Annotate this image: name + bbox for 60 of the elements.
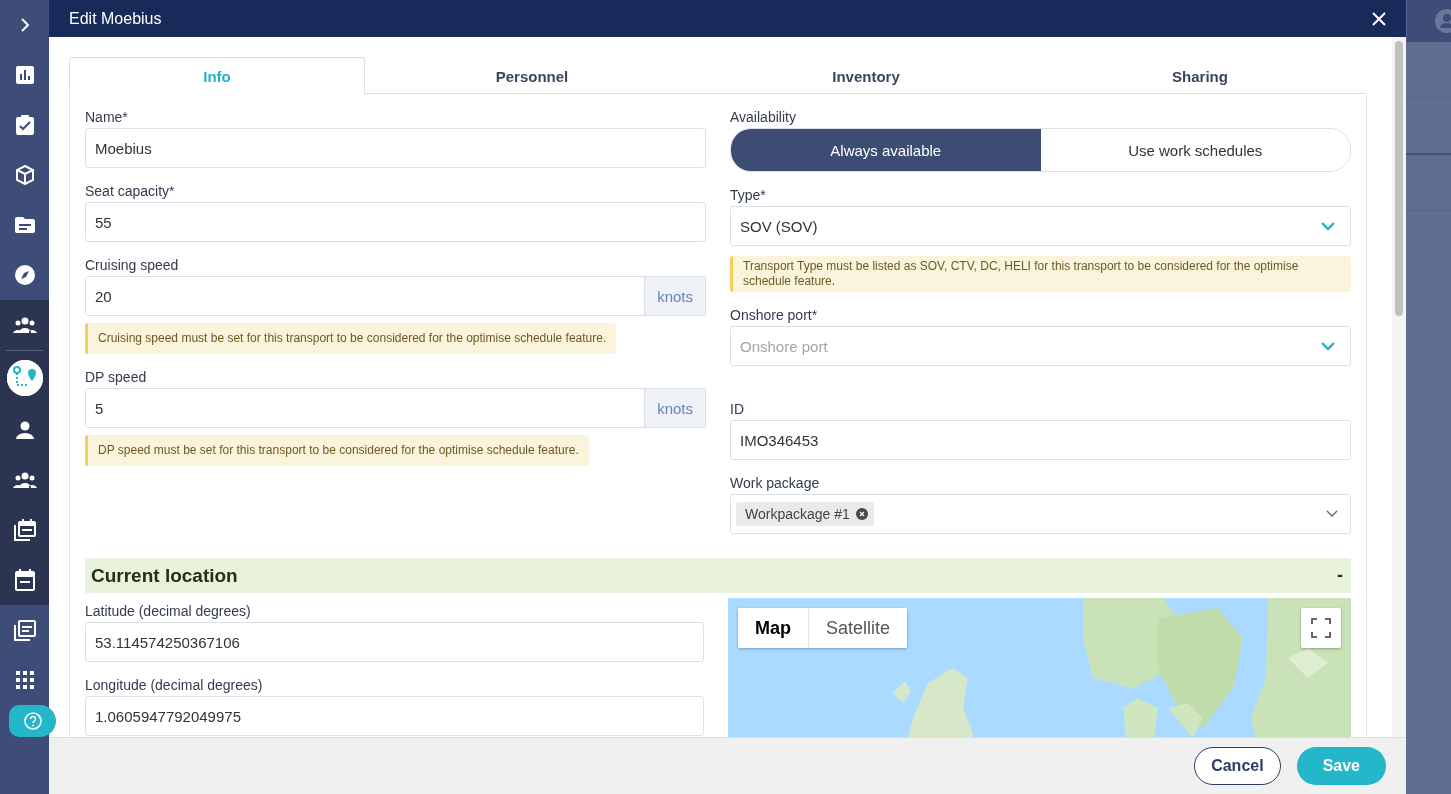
group-icon[interactable] xyxy=(12,472,37,488)
text-input-field[interactable]: IMO346453 xyxy=(730,420,1351,460)
field-label: Cruising speed xyxy=(85,257,179,274)
fullscreen-icon xyxy=(1311,618,1331,638)
text-input-field[interactable]: 5 xyxy=(85,388,646,428)
apps-grid-icon[interactable] xyxy=(15,671,34,689)
cube-icon[interactable] xyxy=(15,165,34,185)
text-input-field[interactable]: Moebius xyxy=(85,128,706,168)
field-label: Name* xyxy=(85,109,128,126)
chevron-right-icon[interactable] xyxy=(19,18,30,32)
warning-note: DP speed must be set for this transport to be considered for the optimise schedule feature. xyxy=(85,435,589,466)
field-label: Seat capacity* xyxy=(85,183,175,200)
document-stack-icon[interactable] xyxy=(13,619,36,641)
calendar-icon[interactable] xyxy=(14,569,35,591)
chevron-down-icon xyxy=(1321,221,1335,231)
unit-label: knots xyxy=(645,388,706,428)
fullscreen-button[interactable] xyxy=(1301,608,1341,648)
field-label: Work package xyxy=(730,475,820,492)
help-icon xyxy=(23,712,42,730)
folder-icon[interactable] xyxy=(14,217,35,233)
segment-option[interactable]: Always available xyxy=(731,129,1041,171)
tab[interactable]: Personnel xyxy=(365,57,699,94)
field-label: Availability xyxy=(730,109,796,126)
multi-select-field[interactable]: Workpackage #1 xyxy=(730,494,1351,534)
help-button[interactable] xyxy=(9,705,56,737)
bar-chart-icon[interactable] xyxy=(15,66,34,84)
text-input-field[interactable]: 55 xyxy=(85,202,706,242)
text-input-field[interactable]: 53.114574250367106 xyxy=(85,622,704,662)
compass-icon[interactable] xyxy=(14,265,35,285)
field-label: Onshore port* xyxy=(730,307,818,324)
cancel-button[interactable]: Cancel xyxy=(1194,747,1281,785)
map-type-tab[interactable]: Map xyxy=(738,608,808,648)
warning-note: Transport Type must be listed as SOV, CTV, DC, HELI for this transport to be considered for the optimise schedule feature. xyxy=(730,256,1351,292)
field-label: Latitude (decimal degrees) xyxy=(85,603,251,620)
field-label: Longitude (decimal degrees) xyxy=(85,677,263,694)
clipboard-check-icon[interactable] xyxy=(15,115,34,135)
group-icon[interactable] xyxy=(12,317,37,333)
warning-note: Cruising speed must be set for this transport to be considered for the optimise schedule feature. xyxy=(85,323,617,354)
field-label: ID xyxy=(730,401,744,418)
section-title: Current location xyxy=(91,564,238,587)
field-label: DP speed xyxy=(85,369,147,386)
chevron-down-icon xyxy=(1326,510,1338,518)
tag-chip: Workpackage #1 xyxy=(736,502,874,526)
route-icon[interactable] xyxy=(6,360,43,396)
calendar-stack-icon[interactable] xyxy=(13,519,36,541)
text-input-field[interactable]: 1.0605947792049975 xyxy=(85,696,704,736)
remove-icon[interactable] xyxy=(855,508,868,520)
dialog-title: Edit Moebius xyxy=(69,9,162,28)
person-icon[interactable] xyxy=(15,421,34,439)
dropdown-field[interactable]: SOV (SOV) xyxy=(730,206,1351,246)
close-button[interactable] xyxy=(1372,11,1386,26)
tab[interactable]: Inventory xyxy=(699,57,1033,94)
field-label: Type* xyxy=(730,187,766,204)
chevron-down-icon xyxy=(1321,341,1335,351)
scrollbar-thumb[interactable] xyxy=(1395,41,1403,316)
collapse-toggle[interactable]: - xyxy=(1337,565,1343,586)
map-type-tab[interactable]: Satellite xyxy=(808,608,908,648)
unit-label: knots xyxy=(645,276,706,316)
text-input-field[interactable]: 20 xyxy=(85,276,646,316)
tab[interactable]: Sharing xyxy=(1033,57,1367,94)
